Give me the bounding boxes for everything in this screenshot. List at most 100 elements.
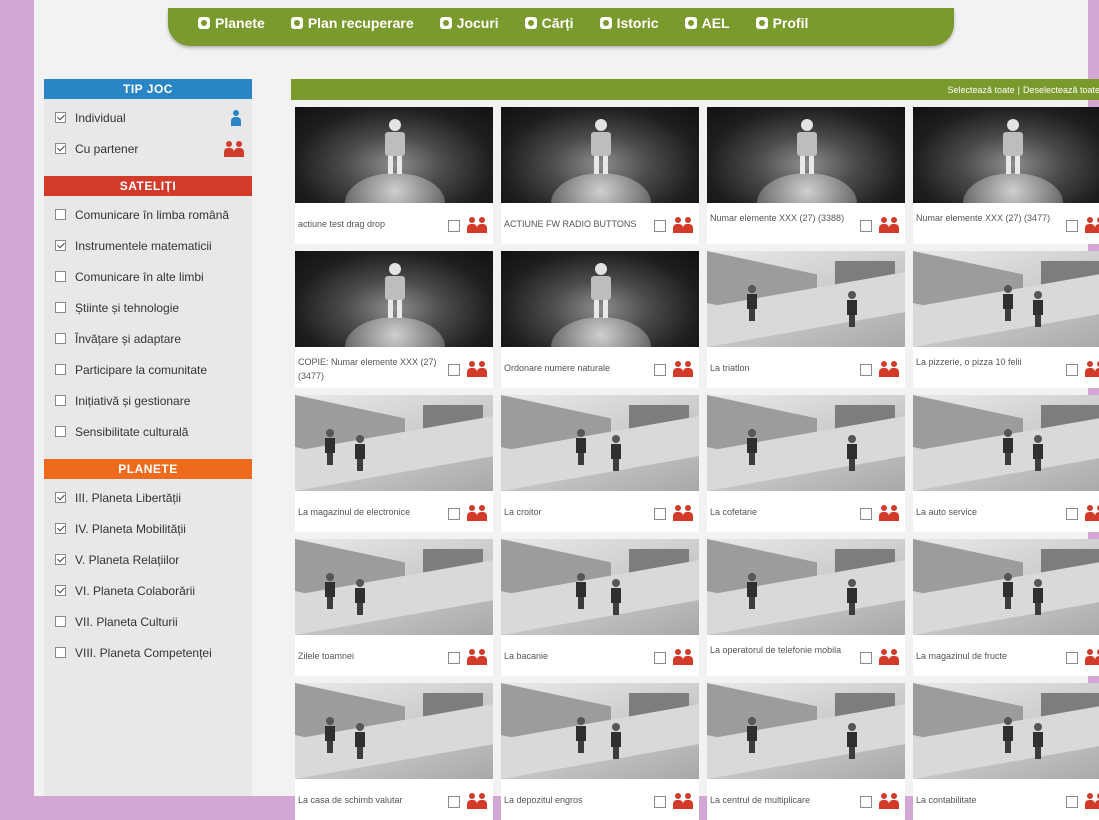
filter-checkbox[interactable] [55, 395, 66, 406]
game-thumbnail[interactable] [913, 395, 1099, 491]
planete-filter-item[interactable]: VII. Planeta Culturii [44, 606, 252, 637]
tip_joc-filter-item[interactable]: Cu partener [44, 133, 252, 164]
game-select-checkbox[interactable] [654, 652, 666, 664]
game-title[interactable]: COPIE: Numar elemente XXX (27) (3477) [298, 355, 438, 383]
game-card[interactable]: La magazinul de fructe [913, 539, 1099, 676]
game-select-checkbox[interactable] [860, 364, 872, 376]
nav-item-jocuri[interactable]: Jocuri [439, 15, 499, 31]
game-card[interactable]: La croitor [501, 395, 699, 532]
game-title[interactable]: La centrul de multiplicare [710, 793, 850, 807]
game-select-checkbox[interactable] [1066, 796, 1078, 808]
game-select-checkbox[interactable] [654, 220, 666, 232]
game-thumbnail[interactable] [913, 539, 1099, 635]
game-select-checkbox[interactable] [654, 796, 666, 808]
filter-checkbox[interactable] [55, 616, 66, 627]
game-select-checkbox[interactable] [448, 796, 460, 808]
game-card[interactable]: La auto service [913, 395, 1099, 532]
game-thumbnail[interactable] [913, 683, 1099, 779]
game-select-checkbox[interactable] [1066, 220, 1078, 232]
nav-item-cărți[interactable]: Cărți [524, 15, 574, 31]
game-card[interactable]: La operatorul de telefonie mobila [707, 539, 905, 676]
filter-checkbox[interactable] [55, 426, 66, 437]
filter-checkbox[interactable] [55, 585, 66, 596]
game-select-checkbox[interactable] [1066, 652, 1078, 664]
game-select-checkbox[interactable] [860, 220, 872, 232]
game-thumbnail[interactable] [295, 683, 493, 779]
game-card[interactable]: La pizzerie, o pizza 10 felii [913, 251, 1099, 388]
game-card[interactable]: La triatlon [707, 251, 905, 388]
sateliti-filter-item[interactable]: Participare la comunitate [44, 354, 252, 385]
game-card[interactable]: Numar elemente XXX (27) (3388) [707, 107, 905, 244]
game-select-checkbox[interactable] [448, 220, 460, 232]
planete-filter-item[interactable]: V. Planeta Relațiilor [44, 544, 252, 575]
nav-item-istoric[interactable]: Istoric [599, 15, 659, 31]
game-title[interactable]: La croitor [504, 505, 644, 519]
game-thumbnail[interactable] [295, 395, 493, 491]
game-select-checkbox[interactable] [448, 652, 460, 664]
filter-checkbox[interactable] [55, 240, 66, 251]
game-card[interactable]: La bacanie [501, 539, 699, 676]
filter-checkbox[interactable] [55, 333, 66, 344]
game-select-checkbox[interactable] [860, 508, 872, 520]
game-card[interactable]: COPIE: Numar elemente XXX (27) (3477) [295, 251, 493, 388]
game-title[interactable]: ACTIUNE FW RADIO BUTTONS [504, 217, 644, 231]
game-thumbnail[interactable] [707, 539, 905, 635]
game-select-checkbox[interactable] [448, 364, 460, 376]
filter-checkbox[interactable] [55, 492, 66, 503]
game-card[interactable]: La centrul de multiplicare [707, 683, 905, 820]
filter-checkbox[interactable] [55, 523, 66, 534]
filter-checkbox[interactable] [55, 364, 66, 375]
game-thumbnail[interactable] [707, 107, 905, 203]
sateliti-filter-item[interactable]: Știinte și tehnologie [44, 292, 252, 323]
filter-checkbox[interactable] [55, 271, 66, 282]
game-title[interactable]: La depozitul engros [504, 793, 644, 807]
select-all-link[interactable]: Selectează toate [948, 85, 1015, 95]
nav-item-profil[interactable]: Profil [755, 15, 808, 31]
game-title[interactable]: La magazinul de electronice [298, 505, 438, 519]
planete-filter-item[interactable]: VIII. Planeta Competenței [44, 637, 252, 668]
game-title[interactable]: La operatorul de telefonie mobila [710, 643, 850, 657]
game-thumbnail[interactable] [295, 107, 493, 203]
game-title[interactable]: Numar elemente XXX (27) (3388) [710, 211, 850, 225]
game-title[interactable]: La magazinul de fructe [916, 649, 1056, 663]
game-title[interactable]: La triatlon [710, 361, 850, 375]
filter-checkbox[interactable] [55, 554, 66, 565]
game-thumbnail[interactable] [501, 683, 699, 779]
game-select-checkbox[interactable] [1066, 508, 1078, 520]
game-card[interactable]: actiune test drag drop [295, 107, 493, 244]
game-thumbnail[interactable] [501, 395, 699, 491]
nav-item-planete[interactable]: Planete [198, 15, 265, 31]
game-select-checkbox[interactable] [1066, 364, 1078, 376]
game-card[interactable]: La magazinul de electronice [295, 395, 493, 532]
sateliti-filter-item[interactable]: Sensibilitate culturală [44, 416, 252, 447]
filter-checkbox[interactable] [55, 143, 66, 154]
game-title[interactable]: Numar elemente XXX (27) (3477) [916, 211, 1056, 225]
game-card[interactable]: La casa de schimb valutar [295, 683, 493, 820]
game-select-checkbox[interactable] [448, 508, 460, 520]
game-thumbnail[interactable] [501, 251, 699, 347]
game-title[interactable]: La cofetarie [710, 505, 850, 519]
sateliti-filter-item[interactable]: Comunicare în alte limbi [44, 261, 252, 292]
game-thumbnail[interactable] [501, 107, 699, 203]
tip_joc-filter-item[interactable]: Individual [44, 102, 252, 133]
game-title[interactable]: La auto service [916, 505, 1056, 519]
sateliti-filter-item[interactable]: Învățare și adaptare [44, 323, 252, 354]
game-title[interactable]: La casa de schimb valutar [298, 793, 438, 807]
planete-filter-item[interactable]: VI. Planeta Colaborării [44, 575, 252, 606]
nav-item-plan-recuperare[interactable]: Plan recuperare [290, 15, 414, 31]
game-card[interactable]: Ordonare numere naturale [501, 251, 699, 388]
game-card[interactable]: Numar elemente XXX (27) (3477) [913, 107, 1099, 244]
game-thumbnail[interactable] [295, 251, 493, 347]
game-title[interactable]: actiune test drag drop [298, 217, 438, 231]
planete-filter-item[interactable]: IV. Planeta Mobilității [44, 513, 252, 544]
game-thumbnail[interactable] [501, 539, 699, 635]
game-title[interactable]: La pizzerie, o pizza 10 felii [916, 355, 1056, 369]
game-thumbnail[interactable] [707, 251, 905, 347]
game-card[interactable]: La depozitul engros [501, 683, 699, 820]
game-select-checkbox[interactable] [860, 796, 872, 808]
sateliti-filter-item[interactable]: Comunicare în limba română [44, 199, 252, 230]
game-select-checkbox[interactable] [654, 508, 666, 520]
game-title[interactable]: Ordonare numere naturale [504, 361, 644, 375]
game-card[interactable]: ACTIUNE FW RADIO BUTTONS [501, 107, 699, 244]
filter-checkbox[interactable] [55, 209, 66, 220]
